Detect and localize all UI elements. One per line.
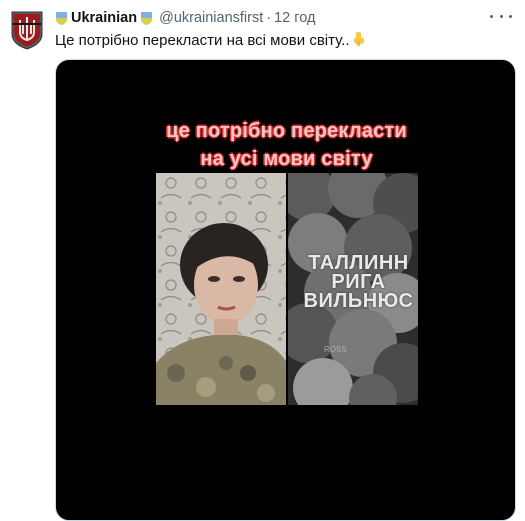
video-caption-line1: це потрібно перекласти (166, 120, 407, 142)
city-vilnius: ВИЛЬНЮС (303, 290, 414, 312)
tweet[interactable]: Ukrainian @ukrainiansfirst · 12 год Це п… (0, 0, 525, 521)
avatar[interactable] (10, 10, 44, 50)
user-handle[interactable]: @ukrainiansfirst (159, 10, 263, 26)
video-watermark: ROSS (324, 345, 347, 354)
tweet-body: Це потрібно перекласти на всі мови світу… (55, 32, 350, 49)
ukraine-shield-badge-icon (55, 11, 68, 26)
video-frame-person (156, 173, 286, 405)
ukraine-shield-badge-icon (140, 11, 153, 26)
tweet-header: Ukrainian @ukrainiansfirst · 12 год (55, 9, 315, 27)
more-dots-icon[interactable] (490, 8, 512, 24)
pointing-down-emoji (352, 31, 366, 50)
display-name[interactable]: Ukrainian (71, 10, 137, 26)
trident-shield-avatar-icon (11, 11, 43, 50)
separator-dot: · (266, 10, 272, 26)
tweet-media-video[interactable]: це потрібно перекласти на усі мови світу (55, 59, 516, 521)
tweet-text: Це потрібно перекласти на всі мови світу… (55, 31, 366, 50)
tweet-timestamp[interactable]: 12 год (274, 10, 315, 26)
video-caption-line2: на усі мови світу (200, 148, 373, 170)
